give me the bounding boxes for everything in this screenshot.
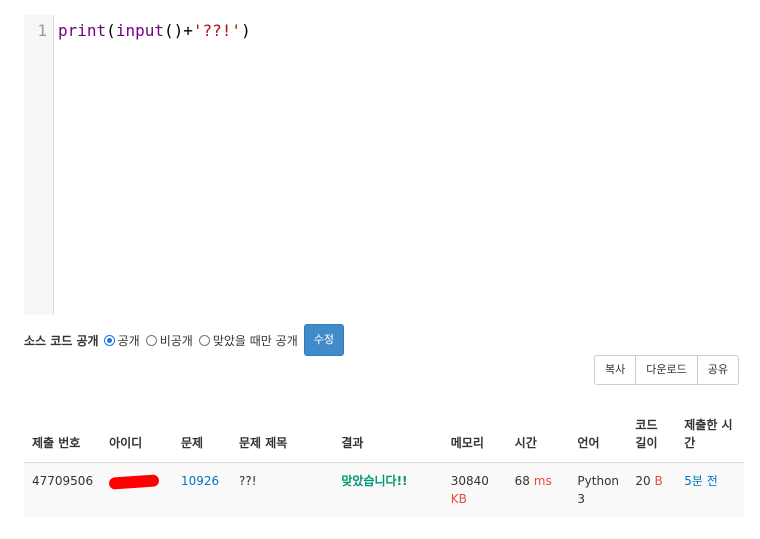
- code-token: '??!': [192, 21, 242, 40]
- time-value: 68: [514, 474, 530, 488]
- header-memory: 메모리: [442, 416, 507, 463]
- header-submission-id: 제출 번호: [24, 416, 102, 463]
- header-language: 언어: [569, 416, 628, 463]
- cell-problem: 10926: [173, 462, 231, 517]
- copy-button[interactable]: 복사: [594, 355, 637, 385]
- visibility-label: 소스 코드 공개: [24, 333, 99, 348]
- header-code-length: 코드 길이: [627, 416, 677, 463]
- cell-code-length: 20 B: [627, 462, 677, 517]
- header-result: 결과: [333, 416, 443, 463]
- share-button[interactable]: 공유: [696, 355, 739, 385]
- cell-problem-title: ??!: [230, 462, 334, 517]
- code-length-value: 20: [635, 474, 651, 488]
- line-number: 1: [37, 21, 47, 40]
- table-header-row: 제출 번호 아이디 문제 문제 제목 결과 메모리 시간 언어 코드 길이 제출…: [24, 416, 744, 463]
- code-token: ()+: [163, 21, 193, 40]
- submitted-at-link[interactable]: 5분 전: [684, 474, 718, 488]
- header-problem: 문제: [173, 416, 231, 463]
- cell-submitted-at: 5분 전: [676, 462, 744, 517]
- header-time: 시간: [506, 416, 570, 463]
- visibility-radio-private[interactable]: [145, 334, 157, 346]
- cell-language: Python 3: [569, 462, 628, 517]
- visibility-option-accepted-only-label: 맞았을 때만 공개: [212, 333, 298, 348]
- code-token: print: [58, 21, 107, 40]
- visibility-option-public-label: 공개: [117, 333, 140, 348]
- code-length-unit: B: [654, 474, 663, 488]
- code-token: input: [115, 21, 164, 40]
- visibility-radio-accepted-only[interactable]: [198, 334, 210, 346]
- code-line[interactable]: print(input()+'??!'): [58, 21, 251, 40]
- redaction-mark: [108, 474, 160, 490]
- problem-link[interactable]: 10926: [181, 474, 219, 488]
- cell-memory: 30840 KB: [442, 462, 507, 517]
- cell-user-id[interactable]: [101, 462, 174, 517]
- memory-value: 30840: [450, 474, 489, 488]
- cell-time: 68 ms: [506, 462, 570, 517]
- visibility-option-private-label: 비공개: [159, 333, 193, 348]
- header-user-id: 아이디: [101, 416, 174, 463]
- table-row: 47709506 10926 ??! 맞았습니다!! 30840 KB 68 ms…: [24, 462, 744, 517]
- code-editor[interactable]: 1 print(input()+'??!'): [24, 15, 744, 315]
- cell-result: 맞았습니다!!: [333, 462, 443, 517]
- code-token: ): [241, 21, 251, 40]
- code-action-buttons: 복사 다운로드 공유: [594, 355, 739, 385]
- cell-submission-id: 47709506: [24, 462, 102, 517]
- visibility-radio-public[interactable]: [103, 334, 115, 346]
- line-number-gutter: 1: [24, 15, 54, 315]
- time-unit: ms: [533, 474, 552, 488]
- header-submitted-at: 제출한 시간: [676, 416, 744, 463]
- submission-table: 제출 번호 아이디 문제 문제 제목 결과 메모리 시간 언어 코드 길이 제출…: [24, 416, 744, 517]
- download-button[interactable]: 다운로드: [635, 355, 698, 385]
- code-token: (: [106, 21, 116, 40]
- memory-unit: KB: [450, 492, 467, 506]
- source-visibility-form: 소스 코드 공개 공개 비공개 맞았을 때만 공개 수정: [24, 324, 344, 356]
- edit-button[interactable]: 수정: [303, 324, 344, 356]
- header-problem-title: 문제 제목: [230, 416, 334, 463]
- result-accepted-text: 맞았습니다!!: [341, 474, 408, 488]
